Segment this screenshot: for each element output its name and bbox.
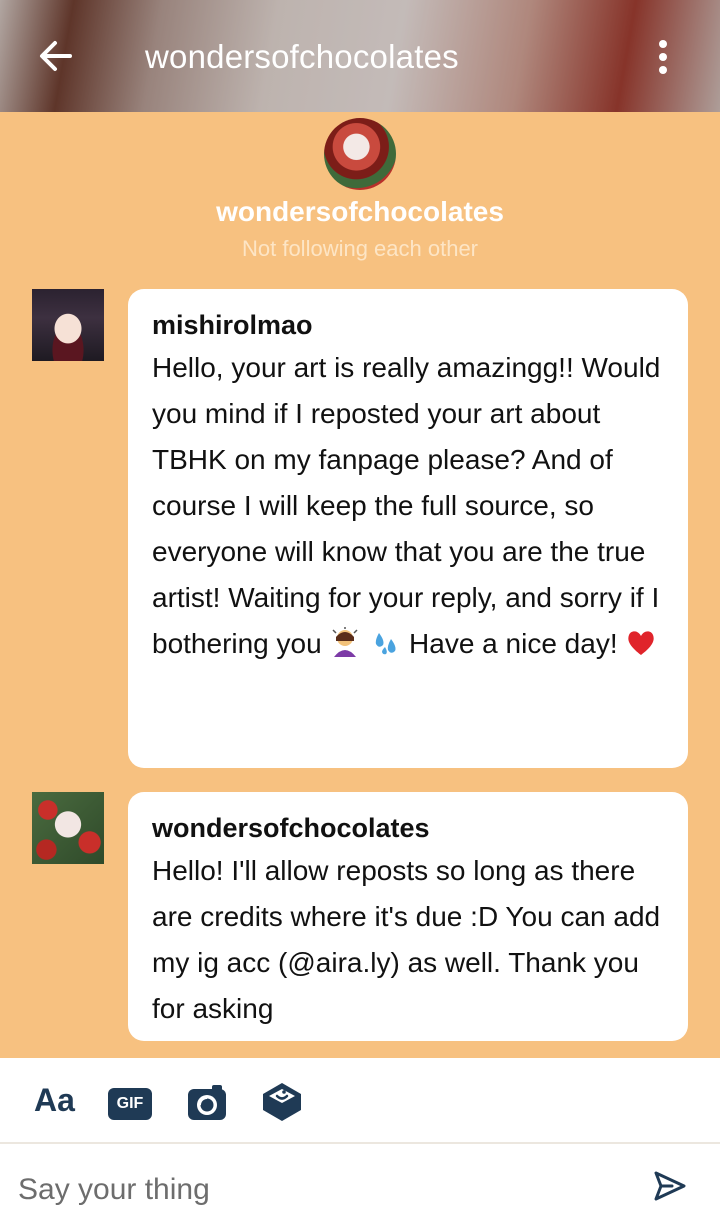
message-sender[interactable]: wondersofchocolates — [152, 812, 664, 844]
camera-icon[interactable] — [186, 1083, 228, 1123]
message-input[interactable] — [18, 1170, 618, 1210]
more-vertical-icon[interactable] — [650, 38, 676, 78]
message-text-part: Have a nice day! — [409, 628, 618, 659]
text-format-button[interactable]: Aa — [34, 1082, 75, 1119]
gif-button[interactable]: GIF — [108, 1088, 152, 1120]
red-heart-emoji-icon — [625, 627, 657, 659]
message-composer: Aa GIF — [0, 1058, 720, 1232]
sweat-droplets-emoji-icon — [369, 627, 401, 659]
message-text-part: Hello, your art is really amazingg!! Wou… — [152, 352, 661, 659]
sticker-icon[interactable] — [260, 1080, 304, 1124]
input-row — [0, 1144, 720, 1232]
sender-avatar[interactable] — [32, 289, 104, 361]
top-bar: wondersofchocolates — [0, 0, 720, 112]
message-sender[interactable]: mishirolmao — [152, 309, 664, 341]
sender-avatar[interactable] — [32, 792, 104, 864]
message-text: Hello, your art is really amazingg!! Wou… — [152, 345, 664, 667]
profile-name[interactable]: wondersofchocolates — [0, 196, 720, 228]
person-bowing-emoji-icon — [329, 627, 361, 659]
message-text: Hello! I'll allow reposts so long as the… — [152, 855, 661, 1024]
back-arrow-icon[interactable] — [36, 36, 76, 76]
follow-status: Not following each other — [241, 236, 479, 261]
profile-avatar[interactable] — [324, 118, 396, 190]
message-bubble: wondersofchocolates Hello! I'll allow re… — [128, 792, 688, 1041]
send-icon[interactable] — [652, 1168, 688, 1204]
composer-toolbar: Aa GIF — [0, 1058, 720, 1142]
header-title: wondersofchocolates — [145, 38, 459, 75]
message-bubble: mishirolmao Hello, your art is really am… — [128, 289, 688, 768]
